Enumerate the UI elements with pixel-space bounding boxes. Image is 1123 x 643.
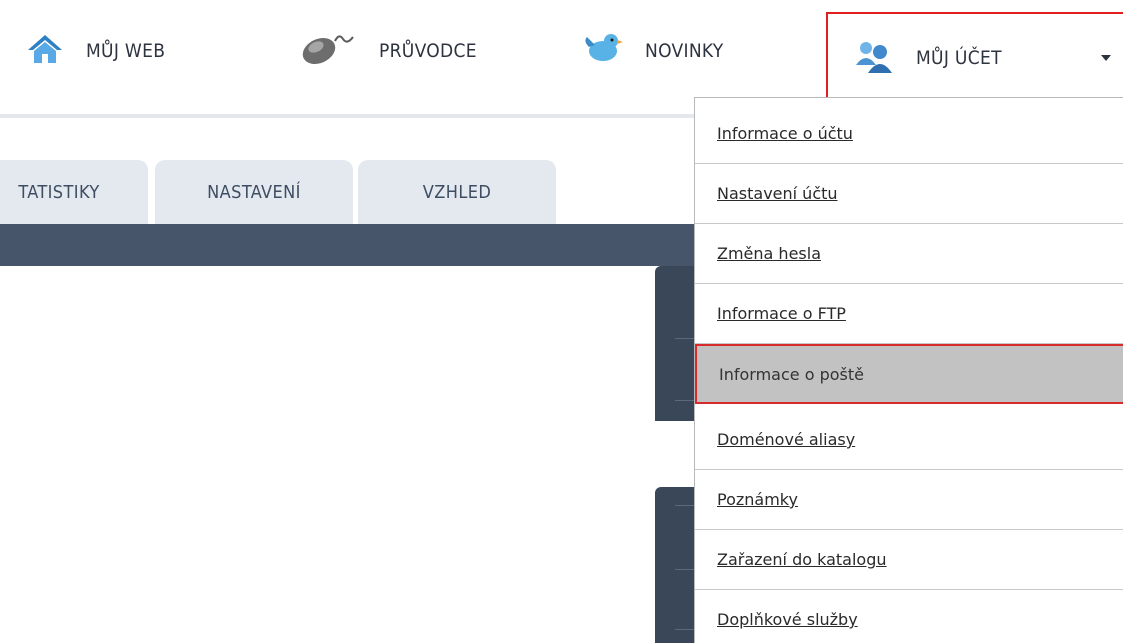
users-icon xyxy=(854,39,894,77)
menu-item-label: Změna hesla xyxy=(717,244,821,263)
nav-item-my-web[interactable]: MŮJ WEB xyxy=(26,22,165,80)
tab-label-settings: NASTAVENÍ xyxy=(207,181,301,203)
nav-item-my-account[interactable]: MŮJ ÚČET xyxy=(826,12,1123,104)
bird-icon xyxy=(583,31,623,71)
menu-item-label: Informace o FTP xyxy=(717,304,846,323)
tab-settings[interactable]: NASTAVENÍ xyxy=(155,160,353,224)
menu-item-mail-info[interactable]: Informace o poště xyxy=(695,344,1123,404)
content-header-band xyxy=(0,224,700,266)
chevron-down-icon xyxy=(1101,55,1111,61)
nav-label-guide: PRŮVODCE xyxy=(379,40,477,62)
nav-label-my-account: MŮJ ÚČET xyxy=(916,47,1002,69)
mouse-icon xyxy=(295,31,357,71)
content-panel xyxy=(0,266,652,643)
menu-item-domain-aliases[interactable]: Doménové aliasy xyxy=(695,410,1123,470)
tab-appearance[interactable]: VZHLED xyxy=(358,160,556,224)
menu-item-account-info[interactable]: Informace o účtu xyxy=(695,104,1123,164)
home-icon xyxy=(26,33,64,69)
menu-item-change-password[interactable]: Změna hesla xyxy=(695,224,1123,284)
nav-divider xyxy=(0,114,798,118)
tab-label-appearance: VZHLED xyxy=(422,181,492,203)
menu-item-label: Informace o poště xyxy=(719,364,864,384)
menu-item-label: Informace o účtu xyxy=(717,124,853,143)
menu-item-notes[interactable]: Poznámky xyxy=(695,470,1123,530)
nav-item-guide[interactable]: PRŮVODCE xyxy=(295,22,477,80)
nav-label-my-web: MŮJ WEB xyxy=(86,40,166,62)
menu-item-label: Doménové aliasy xyxy=(717,430,856,449)
tab-statistics[interactable]: TATISTIKY xyxy=(0,160,148,224)
account-dropdown-menu: Informace o účtu Nastavení účtu Změna he… xyxy=(694,97,1123,643)
menu-item-label: Poznámky xyxy=(717,490,798,509)
menu-item-extra-services[interactable]: Doplňkové služby xyxy=(695,590,1123,643)
menu-item-account-settings[interactable]: Nastavení účtu xyxy=(695,164,1123,224)
menu-item-ftp-info[interactable]: Informace o FTP xyxy=(695,284,1123,344)
tab-label-statistics: TATISTIKY xyxy=(18,181,100,203)
menu-item-label: Doplňkové služby xyxy=(717,610,858,629)
menu-item-label: Nastavení účtu xyxy=(717,184,838,203)
menu-item-label: Zařazení do katalogu xyxy=(717,550,887,569)
nav-item-news[interactable]: NOVINKY xyxy=(583,22,723,80)
menu-item-catalog-listing[interactable]: Zařazení do katalogu xyxy=(695,530,1123,590)
nav-label-news: NOVINKY xyxy=(645,40,724,62)
